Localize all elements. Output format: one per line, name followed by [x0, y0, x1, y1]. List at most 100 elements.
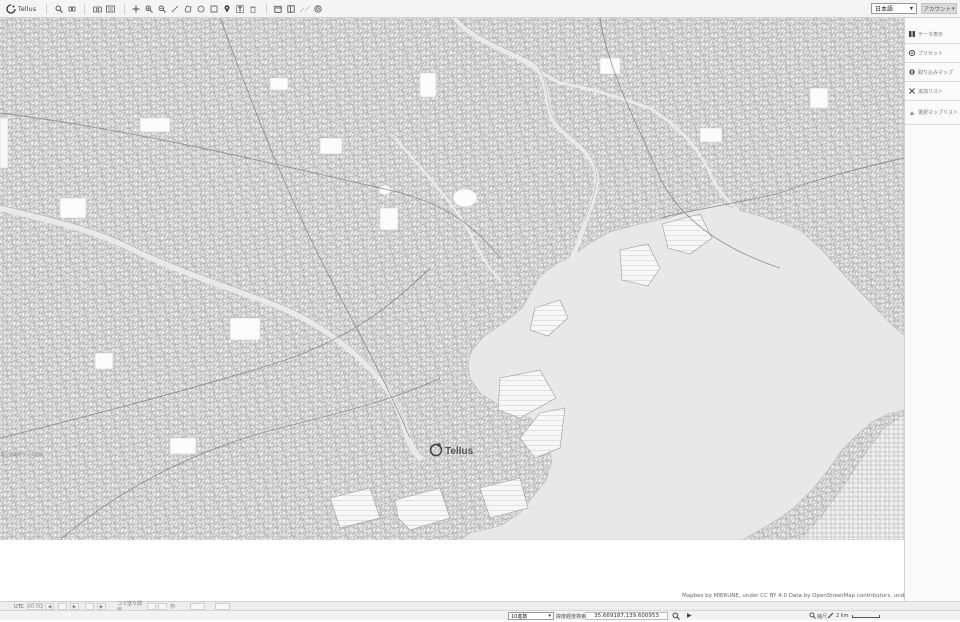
import-icon [909, 69, 915, 75]
grid-button[interactable] [68, 3, 76, 15]
zoom-out-tool[interactable] [158, 3, 166, 15]
delete-tool[interactable] [249, 3, 257, 15]
text-icon [236, 5, 244, 13]
panel-item-import-map[interactable]: 取り込みマップ [905, 63, 960, 82]
list-icon [909, 88, 915, 94]
step-forward-icon: ▶ [72, 603, 77, 610]
panel-item-label: 選択マップリスト [918, 110, 959, 116]
panel-item-label: プリセット [918, 50, 944, 57]
tellus-logo-icon [6, 4, 16, 14]
circle-tool[interactable] [197, 3, 205, 15]
panel-item-preset[interactable]: プリセット [905, 44, 960, 63]
panel-item-label: データ表示 [918, 31, 944, 38]
layers-button[interactable] [314, 3, 322, 15]
center-logo-text: Tellus [445, 446, 474, 457]
panel-item-data-display[interactable]: データ表示 [905, 25, 960, 44]
chevron-down-icon: ▾ [548, 613, 551, 619]
line-tool[interactable] [171, 3, 179, 15]
interval-input[interactable] [147, 603, 156, 610]
polygon-tool[interactable] [184, 3, 192, 15]
preset-icon [909, 50, 915, 56]
panel-item-label: 取り込みマップ [918, 69, 954, 76]
status-bar: 10進数 ▾ 緯度経度検索 35.669187,139.600953 ▶ 縮尺 … [0, 610, 960, 620]
interval-stepper[interactable] [158, 603, 167, 610]
polygon-icon [184, 5, 192, 13]
play-button[interactable]: ▶ [97, 603, 106, 610]
calendar-icon [274, 5, 282, 13]
image-button[interactable] [106, 3, 115, 15]
circle-icon [197, 5, 205, 13]
panel-item-list[interactable]: 追加リスト [905, 82, 960, 101]
ruler-icon [827, 612, 834, 619]
rectangle-tool[interactable] [210, 3, 218, 15]
apply-button-2[interactable] [215, 603, 230, 610]
text-tool[interactable] [236, 3, 244, 15]
scale-bar [852, 615, 880, 618]
rectangle-icon [210, 5, 218, 13]
search-icon [809, 612, 816, 619]
image-icon [106, 5, 115, 13]
coord-search-label: 緯度経度検索 [556, 614, 587, 620]
go-button[interactable]: ▶ [687, 612, 692, 619]
chevron-down-icon: ▾ [952, 5, 955, 12]
interval-label: コマ送り間隔 [117, 600, 143, 614]
map-view[interactable]: Tellus 国土地理院 データ提供 [0, 18, 905, 540]
step-back-icon: ◀ [47, 603, 52, 610]
time-input[interactable]: 00:00 [27, 603, 43, 610]
scale-label: 2 km [836, 613, 849, 619]
link-icon [299, 5, 311, 13]
camera-icon [93, 6, 102, 13]
step-forward-button[interactable]: ▶ [70, 603, 79, 610]
coord-system-value: 10進数 [511, 613, 528, 620]
chevron-down-icon: ▾ [909, 5, 913, 12]
line-icon [171, 5, 179, 13]
search-icon [672, 612, 680, 620]
account-label: アカウント [923, 6, 951, 13]
toolbar: Tellus 日本語 ▾ アカウント ▾ [0, 0, 960, 18]
grid-icon [68, 6, 76, 12]
time-bar: UTC 00:00 ◀ ▶ ▶ コマ送り間隔 秒 [0, 600, 960, 614]
step-back-button[interactable]: ◀ [45, 603, 54, 610]
map-side-label: 国土地理院 データ提供 [1, 451, 42, 457]
language-select[interactable]: 日本語 ▾ [871, 3, 917, 14]
interval-unit: 秒 [170, 604, 176, 610]
zoom-label: 縮尺 [817, 614, 828, 620]
marker-tool[interactable] [223, 3, 231, 15]
map-left-tab[interactable] [0, 117, 9, 169]
date-slot-2[interactable] [85, 603, 94, 610]
side-panel: データ表示 プリセット 取り込みマップ 追加リスト 選択マップリスト [905, 18, 960, 601]
pan-icon [132, 5, 140, 13]
account-button[interactable]: アカウント ▾ [921, 3, 957, 14]
screenshot-button[interactable] [93, 3, 102, 15]
coord-input[interactable]: 35.669187,139.600953 [585, 612, 668, 620]
app-logo[interactable]: Tellus [6, 2, 36, 16]
language-value: 日本語 [875, 6, 894, 13]
link-button[interactable] [299, 3, 311, 15]
play-icon: ▶ [687, 612, 692, 619]
pan-tool[interactable] [132, 3, 140, 15]
layers-icon [314, 5, 322, 13]
timezone-label: UTC [14, 603, 24, 610]
layout-button[interactable] [287, 3, 295, 15]
panel-item-map-list[interactable]: 選択マップリスト [905, 101, 960, 125]
layout-icon [287, 5, 295, 13]
toolbar-divider [84, 4, 85, 14]
map-list-icon [910, 110, 914, 115]
zoom-in-icon [145, 5, 153, 13]
toolbar-divider [124, 4, 125, 14]
zoom-in-tool[interactable] [145, 3, 153, 15]
trash-icon [250, 6, 256, 13]
data-icon [909, 31, 915, 37]
zoom-out-icon [158, 5, 166, 13]
map-attribution: Mapbes by MIERUNE, under CC BY 4.0 Data … [682, 593, 927, 599]
coord-search-button[interactable] [672, 612, 680, 622]
toolbar-divider [266, 4, 267, 14]
coord-system-select[interactable]: 10進数 ▾ [508, 612, 554, 620]
map-canvas[interactable]: Tellus 国土地理院 データ提供 [0, 18, 905, 540]
apply-button-1[interactable] [190, 603, 205, 610]
date-slot-1[interactable] [58, 603, 67, 610]
play-icon: ▶ [99, 603, 104, 610]
calendar-button[interactable] [274, 3, 282, 15]
marker-icon [224, 5, 230, 13]
search-button[interactable] [55, 3, 63, 15]
